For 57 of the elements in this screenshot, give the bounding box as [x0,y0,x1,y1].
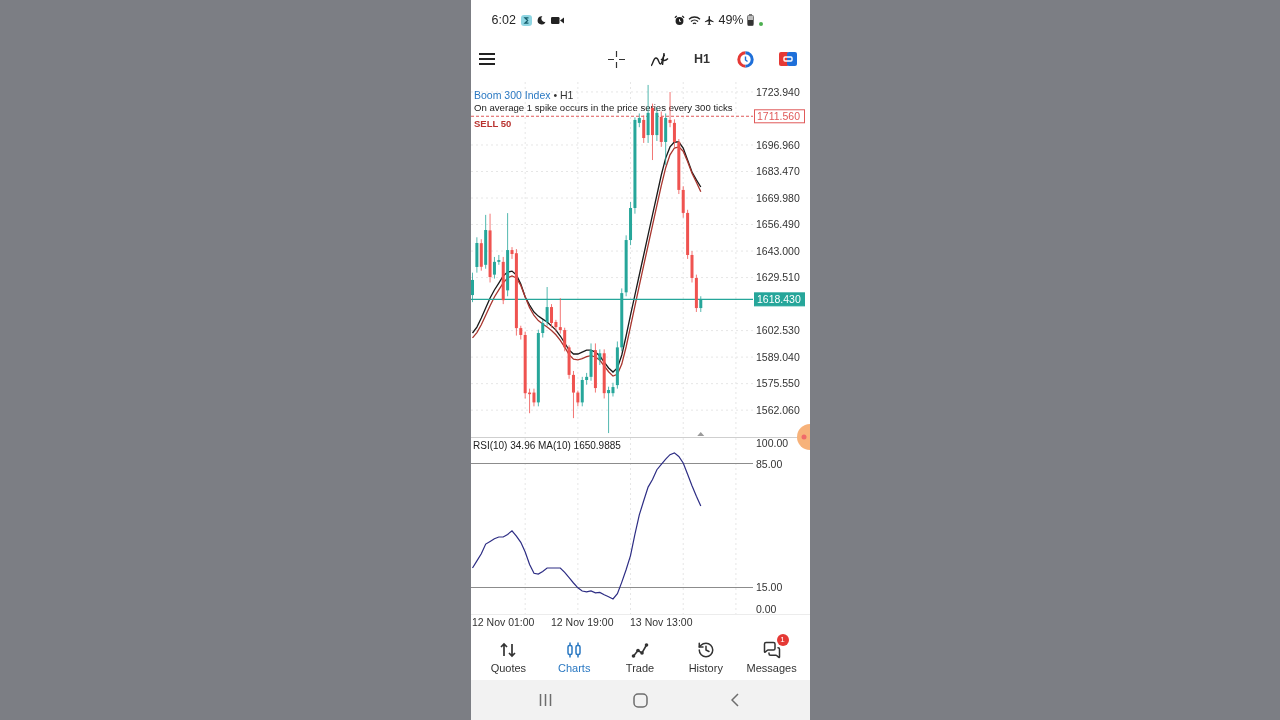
floating-bubble-icon[interactable] [796,424,810,450]
battery-icon [746,14,754,26]
status-dot-icon [758,22,763,26]
time-axis-label: 12 Nov 01:00 [471,616,534,628]
price-axis-label: 1562.060 [755,403,800,416]
wave-icon [649,51,669,67]
nav-tab[interactable]: 1 Messages [738,630,805,680]
rsi-axis-label: 100.00 [755,437,788,449]
price-axis-label: 1575.550 [755,377,800,390]
nav-tab[interactable]: Quotes [475,630,542,680]
split-rectangle-icon [779,52,797,66]
history-icon [696,641,715,659]
battery-percent: 49% [718,13,744,27]
chart-title: Boom 300 Index • H1 [473,89,573,101]
ref-line-label: 1711.560 [756,110,800,123]
alarm-clock-icon [674,14,686,26]
ring-icon [736,50,754,68]
chat-bubbles-icon [762,641,781,659]
order-label: SELL 50 [473,118,511,130]
candlesticks-icon [565,641,584,659]
home-icon [632,692,648,708]
price-axis-label: 1602.530 [755,324,800,337]
timeframe-button[interactable]: H1 [680,43,724,75]
nav-tab[interactable]: Charts [541,630,608,680]
moon-icon [536,15,546,25]
price-axis-label: 1656.490 [755,218,800,231]
airplane-icon [704,14,716,26]
crosshair-icon [607,50,625,68]
price-tag: 1618.430 [753,292,805,307]
time-axis-label: 13 Nov 13:00 [629,616,692,628]
price-axis-label: 1629.510 [755,271,800,284]
up-down-arrows-icon [499,641,518,659]
notification-badge: 1 [776,634,789,646]
line-chart-icon [631,641,649,659]
back-icon [731,693,739,707]
wifi-icon [688,14,702,26]
video-camera-icon [550,15,564,25]
price-axis-label: 1589.040 [755,350,800,363]
price-axis-label: 1669.980 [755,191,800,204]
rsi-axis-label: 15.00 [755,581,782,594]
recents-icon [538,693,552,707]
time-axis-label: 12 Nov 19:00 [550,616,613,628]
triangle-icon [696,432,704,436]
price-axis-label: 1643.000 [755,244,800,257]
price-axis-label: 1683.470 [755,165,800,178]
menu-icon [478,53,495,65]
price-axis-label: 1723.940 [755,85,800,98]
rsi-axis-label: 0.00 [755,603,776,615]
nav-tab[interactable]: Trade [607,630,673,680]
ref-line-label: 1618.430 [756,293,801,306]
indicator-title: RSI(10) 34.96 MA(10) 1650.9885 [472,440,621,451]
clock-time: 6:02 [491,13,516,27]
app-icon [520,14,532,26]
rsi-axis-label: 85.00 [755,457,782,470]
nav-tab[interactable]: History [672,630,739,680]
price-axis-label: 1696.960 [755,138,800,151]
price-tag: 1711.560 [753,109,805,124]
